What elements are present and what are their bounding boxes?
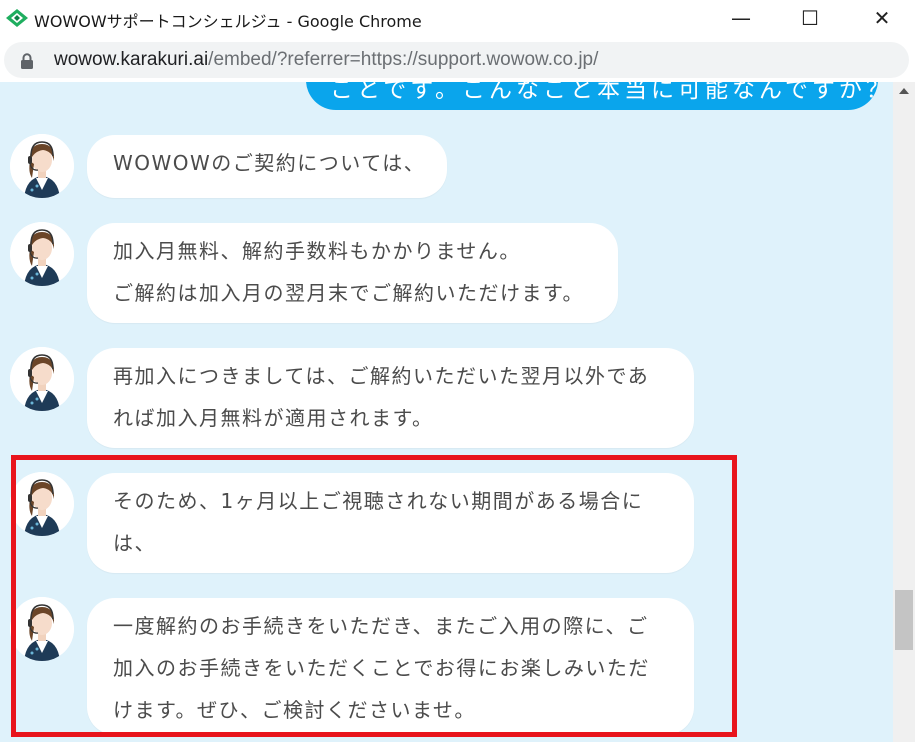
scroll-thumb[interactable] <box>895 590 913 650</box>
minimize-button[interactable]: — <box>718 0 764 36</box>
message-line: ご解約は加入月の翌月末でご解約いただけます。 <box>113 281 584 305</box>
url-host: wowow.karakuri.ai <box>54 49 209 70</box>
bot-message-3: 再加入につきましては、ご解約いただいた翌月以外であ れば加入月無料が適用されます… <box>87 348 694 448</box>
url-field[interactable]: wowow.karakuri.ai/embed/?referrer=https:… <box>4 42 909 78</box>
url-path: /embed/?referrer=https://support.wowow.c… <box>208 49 599 70</box>
close-button[interactable]: ✕ <box>859 0 905 36</box>
app-logo-icon <box>6 9 28 27</box>
lock-icon[interactable] <box>20 53 34 69</box>
operator-avatar-icon <box>10 134 74 198</box>
operator-avatar-icon <box>10 347 74 411</box>
bot-message-1: WOWOWのご契約については、 <box>87 135 447 198</box>
chat-area[interactable]: ことです。こんなこと本当に可能なんですか？ WOWOWのご契約については、 加入… <box>0 82 893 742</box>
operator-avatar <box>10 347 74 411</box>
user-message-bubble: ことです。こんなこと本当に可能なんですか？ <box>306 82 889 110</box>
operator-avatar <box>10 222 74 286</box>
message-line: れば加入月無料が適用されます。 <box>113 406 434 430</box>
window-titlebar: WOWOWサポートコンシェルジュ - Google Chrome — ☐ ✕ <box>0 0 915 36</box>
scroll-up-arrow-icon[interactable] <box>899 88 909 94</box>
window-title: WOWOWサポートコンシェルジュ - Google Chrome <box>34 12 422 31</box>
message-line: WOWOWのご契約については、 <box>113 151 426 175</box>
operator-avatar <box>10 134 74 198</box>
highlight-box <box>11 455 737 737</box>
bot-message-2: 加入月無料、解約手数料もかかりません。 ご解約は加入月の翌月末でご解約いただけま… <box>87 223 618 323</box>
url-text: wowow.karakuri.ai/embed/?referrer=https:… <box>54 49 598 71</box>
message-line: 再加入につきましては、ご解約いただいた翌月以外であ <box>113 364 650 388</box>
address-bar: wowow.karakuri.ai/embed/?referrer=https:… <box>0 36 915 82</box>
maximize-button[interactable]: ☐ <box>787 0 833 36</box>
vertical-scrollbar[interactable] <box>893 82 915 742</box>
message-line: 加入月無料、解約手数料もかかりません。 <box>113 239 521 263</box>
operator-avatar-icon <box>10 222 74 286</box>
